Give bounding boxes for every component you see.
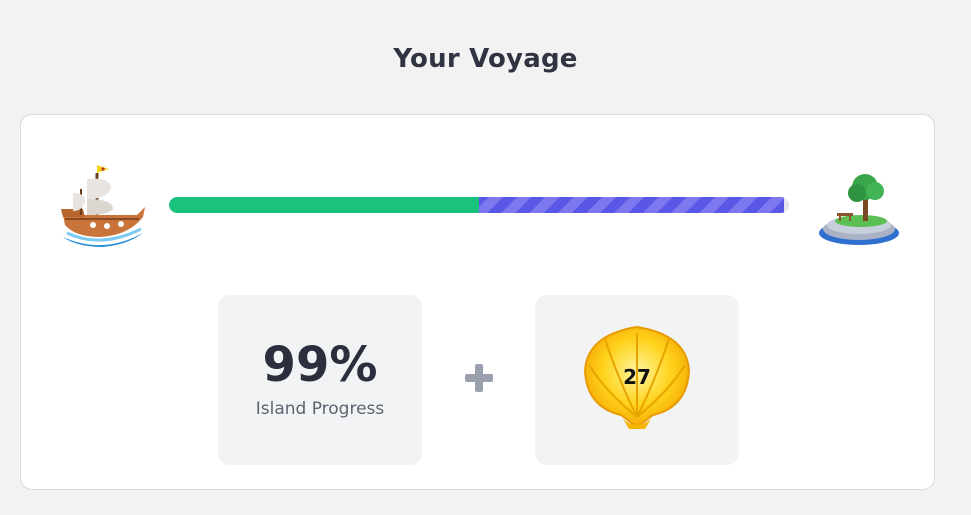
island-icon bbox=[819, 174, 899, 245]
shell-reward-stat: 27 bbox=[535, 295, 739, 465]
progress-completed-fill bbox=[169, 197, 479, 213]
voyage-card: 99% Island Progress 27 bbox=[20, 114, 935, 490]
page-title: Your Voyage bbox=[393, 44, 578, 74]
plus-icon bbox=[465, 364, 493, 392]
shell-count: 27 bbox=[623, 365, 651, 389]
island-progress-value: 99% bbox=[262, 337, 378, 393]
progress-in-progress-fill bbox=[479, 197, 784, 213]
island-progress-stat: 99% Island Progress bbox=[218, 295, 422, 465]
voyage-progress-bar bbox=[169, 197, 789, 213]
ship-icon bbox=[61, 165, 145, 247]
island-progress-label: Island Progress bbox=[255, 399, 385, 419]
